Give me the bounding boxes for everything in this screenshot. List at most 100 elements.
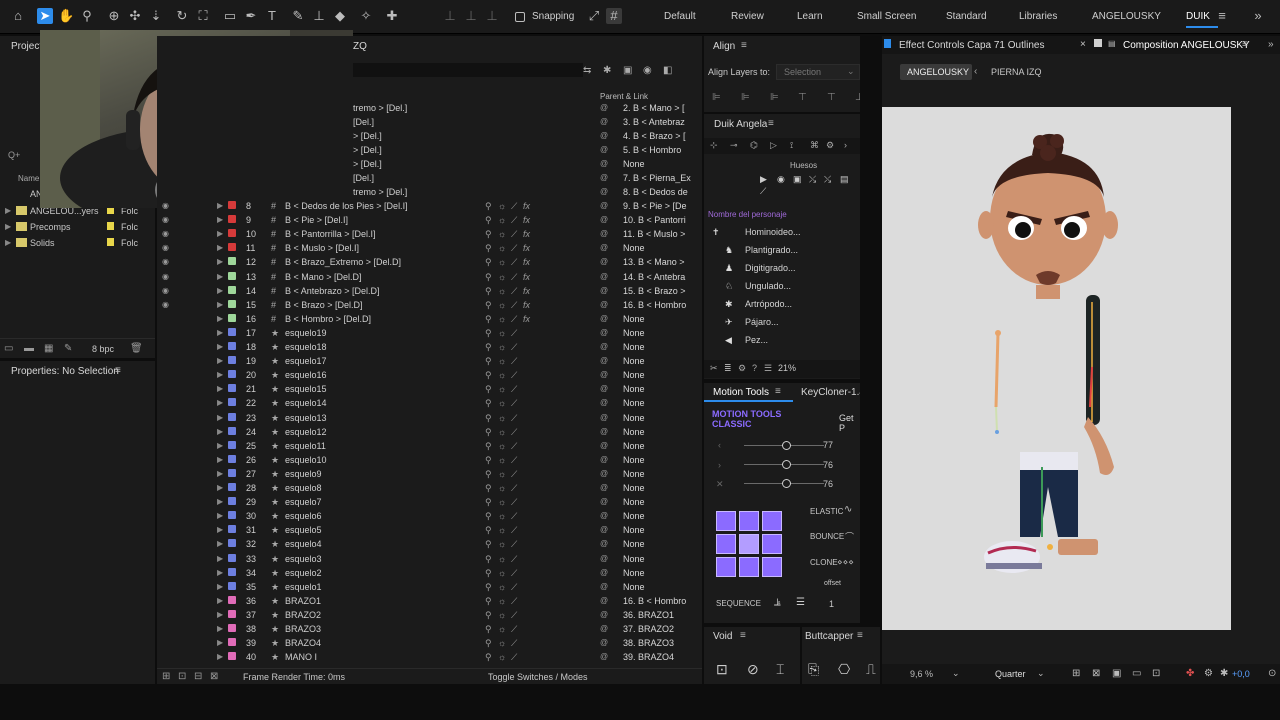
pickwhip-icon[interactable]: @ (600, 441, 608, 450)
anchor-point-button[interactable] (739, 557, 759, 577)
layer-name[interactable]: B < Brazo_Extremo > [Del.D] (285, 257, 401, 267)
workspace-libraries[interactable]: Libraries (1019, 11, 1057, 22)
pickwhip-icon[interactable]: @ (600, 243, 608, 252)
motion-tools-tab[interactable]: Motion Tools (713, 387, 769, 398)
quality-switch-icon[interactable]: ⟋ (511, 229, 517, 240)
expand-arrow-icon[interactable]: ▶ (5, 222, 11, 231)
keycloner-tab[interactable]: KeyCloner-1.4 (801, 387, 860, 398)
timeline-layer-row[interactable]: ▶ 17 ★ esquelo19 ⚲ ☼ ⟋ @ None (157, 326, 702, 340)
workspace-menu-icon[interactable]: ≡ (1214, 8, 1230, 24)
parent-value[interactable]: 11. B < Muslo > (623, 229, 685, 239)
collapse-switch-icon[interactable]: ☼ (498, 596, 506, 606)
timeline-layer-row[interactable]: ▶ 36 ★ BRAZO1 ⚲ ☼ ⟋ @16. B < Hombro (157, 594, 702, 608)
composition-tab[interactable]: Composition ANGELOUSKY (1123, 40, 1250, 51)
parent-value[interactable]: None (623, 539, 645, 549)
duik-link-icon[interactable]: ⊸ (730, 140, 738, 151)
timeline-row-hidden[interactable]: tremo > [Del.] @8. B < Dedos de (157, 185, 702, 199)
panel-menu-icon[interactable]: ≡ (1242, 39, 1248, 50)
effects-switch-icon[interactable]: fx (523, 229, 530, 239)
play-icon[interactable]: ▶ (760, 174, 767, 185)
resolution-select[interactable]: Quarter (995, 669, 1026, 679)
view-axis-icon[interactable]: ⊥ (484, 8, 500, 24)
ease-slider-knob[interactable] (781, 460, 791, 469)
expand-arrow-icon[interactable]: ▶ (217, 300, 223, 309)
parent-value[interactable]: None (623, 384, 645, 394)
align-hcenter-icon[interactable]: ⊫ (741, 92, 750, 103)
layer-name[interactable]: B < Dedos de los Pies > [Del.I] (285, 201, 408, 211)
parent-value[interactable]: None (623, 413, 645, 423)
layer-name[interactable]: esquelo2 (285, 568, 322, 578)
layer-name[interactable]: esquelo8 (285, 483, 322, 493)
label-color-swatch[interactable] (228, 567, 236, 576)
label-color-swatch[interactable] (228, 652, 236, 661)
parent-value[interactable]: 37. BRAZO2 (623, 624, 674, 634)
collapse-switch-icon[interactable]: ☼ (498, 525, 506, 535)
timeline-layer-row[interactable]: ▶ 37 ★ BRAZO2 ⚲ ☼ ⟋ @36. BRAZO1 (157, 608, 702, 622)
timeline-layer-row[interactable]: ◉ ▶ 9 # B < Pie > [Del.I] ⚲ ☼ ⟋ fx @10. B < Panto… (157, 213, 702, 227)
collapse-switch-icon[interactable]: ☼ (498, 427, 506, 437)
collapse-switch-icon[interactable]: ☼ (498, 398, 506, 408)
parent-value[interactable]: None (623, 427, 645, 437)
label-color-swatch[interactable] (228, 271, 236, 280)
layer-name[interactable]: B < Mano > [Del.D] (285, 272, 362, 282)
visibility-eye-icon[interactable]: ◉ (162, 215, 169, 224)
timeline-layer-row[interactable]: ▶ 25 ★ esquelo11 ⚲ ☼ ⟋ @ None (157, 439, 702, 453)
shy-switch-icon[interactable]: ⚲ (485, 511, 492, 522)
label-color-swatch[interactable] (228, 285, 236, 294)
shy-switch-icon[interactable]: ⚲ (485, 554, 492, 565)
anchor-point-button[interactable] (716, 557, 736, 577)
elastic-button[interactable]: ELASTIC (810, 507, 843, 516)
collapse-switch-icon[interactable]: ☼ (498, 554, 506, 564)
parent-value[interactable]: 5. B < Hombro (623, 145, 681, 155)
timeline-layer-row[interactable]: ▶ 33 ★ esquelo3 ⚲ ☼ ⟋ @ None (157, 552, 702, 566)
expand-arrow-icon[interactable]: ▶ (217, 328, 223, 337)
ease-in-value[interactable]: 77 (823, 440, 833, 450)
panel-menu-icon[interactable]: ≡ (115, 365, 121, 376)
expand-arrow-icon[interactable]: ▶ (217, 596, 223, 605)
parent-value[interactable]: 39. BRAZO4 (623, 652, 674, 662)
interpret-footage-icon[interactable]: ▭ (4, 343, 13, 354)
quality-switch-icon[interactable]: ⟋ (511, 356, 517, 367)
effect-controls-tab[interactable]: Effect Controls Capa 71 Outlines (899, 40, 1044, 51)
layer-name[interactable]: B < Brazo > [Del.D] (285, 300, 363, 310)
panel-menu-icon[interactable]: ≡ (775, 386, 781, 397)
parent-value[interactable]: 38. BRAZO3 (623, 638, 674, 648)
parent-value[interactable]: None (623, 342, 645, 352)
timeline-layer-row[interactable]: ◉ ▶ 13 # B < Mano > [Del.D] ⚲ ☼ ⟋ fx @14. B < Ant… (157, 270, 702, 284)
collapse-switch-icon[interactable]: ☼ (498, 272, 506, 282)
align-bottom-icon[interactable]: ⊥ (855, 92, 860, 103)
shy-switch-icon[interactable]: ⚲ (485, 582, 492, 593)
shy-switch-icon[interactable]: ⚲ (485, 497, 492, 508)
expand-arrow-icon[interactable]: ▶ (217, 511, 223, 520)
rectangle-tool-icon[interactable]: ▭ (222, 8, 238, 24)
graph-editor-icon[interactable]: ◧ (663, 65, 672, 76)
timeline-layer-row[interactable]: ◉ ▶ 14 # B < Antebrazo > [Del.D] ⚲ ☼ ⟋ fx @15. B … (157, 284, 702, 298)
region-of-interest-icon[interactable]: ▭ (1132, 668, 1141, 679)
timeline-row-hidden[interactable]: tremo > [Del.] @2. B < Mano > [ (157, 101, 702, 115)
align-right-icon[interactable]: ⊫ (770, 92, 779, 103)
layer-name[interactable]: esquelo16 (285, 370, 327, 380)
pickwhip-icon[interactable]: @ (600, 413, 608, 422)
layer-name[interactable]: esquelo18 (285, 342, 327, 352)
collapse-switch-icon[interactable]: ☼ (498, 215, 506, 225)
workspace-learn[interactable]: Learn (797, 11, 823, 22)
shy-switch-icon[interactable]: ⚲ (485, 370, 492, 381)
expand-arrow-icon[interactable]: ▶ (217, 539, 223, 548)
collapse-switch-icon[interactable]: ☼ (498, 342, 506, 352)
label-color-swatch[interactable] (228, 468, 236, 477)
cap-butt-icon[interactable]: ⎘ (808, 661, 819, 678)
character-name-field[interactable]: Nombre del personaje (708, 210, 787, 219)
mask-visibility-icon[interactable]: ▣ (1112, 668, 1121, 679)
pickwhip-icon[interactable]: @ (600, 427, 608, 436)
render-time-icon[interactable]: ⊠ (210, 671, 218, 682)
label-color-swatch[interactable] (228, 483, 236, 491)
timeline-layer-row[interactable]: ◉ ▶ 12 # B < Brazo_Extremo > [Del.D] ⚲ ☼ ⟋ fx @13… (157, 255, 702, 269)
label-color-swatch[interactable] (228, 511, 236, 520)
parent-value[interactable]: 2. B < Mano > [ (623, 103, 685, 113)
shy-switch-icon[interactable]: ⚲ (485, 215, 492, 226)
sequence-keys-icon[interactable]: ☰ (796, 597, 805, 608)
collapse-switch-icon[interactable]: ☼ (498, 314, 506, 324)
pickwhip-icon[interactable]: @ (600, 145, 608, 154)
timeline-layer-row[interactable]: ▶ 38 ★ BRAZO3 ⚲ ☼ ⟋ @37. BRAZO2 (157, 622, 702, 636)
label-color-swatch[interactable] (228, 539, 236, 548)
